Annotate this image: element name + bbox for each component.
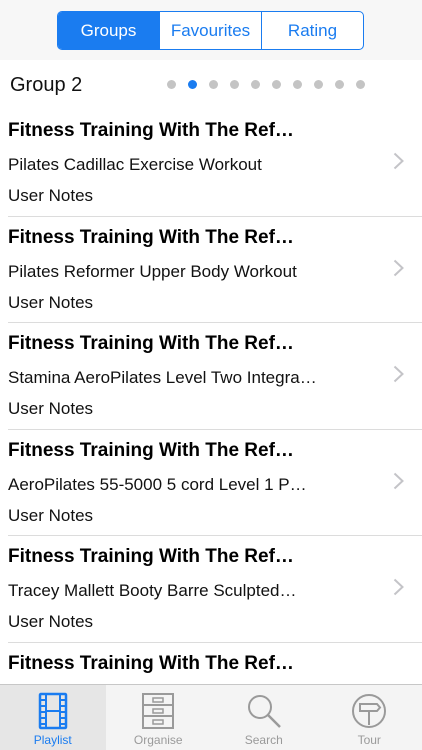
list-item[interactable]: Fitness Training With The Ref… Tracey Ma… [8,536,422,643]
tab-bar: Playlist Organise Search Tour [0,684,422,750]
tab-label: Tour [357,733,381,747]
tab-search[interactable]: Search [211,685,317,750]
page-dot[interactable] [188,80,197,89]
page-dot[interactable] [293,80,302,89]
group-title: Group 2 [10,74,83,96]
chevron-right-icon [393,365,404,383]
segmented-control: Groups Favourites Rating [57,11,364,50]
page-dot[interactable] [356,80,365,89]
list-item[interactable]: Fitness Training With The Ref… Stamina A… [8,323,422,430]
tab-playlist[interactable]: Playlist [0,685,106,750]
item-subtitle: Tracey Mallett Booty Barre Sculpted… [8,581,297,600]
item-title: Fitness Training With The Ref… [8,333,294,354]
signpost-icon [352,694,387,728]
tab-label: Playlist [33,733,72,747]
page-dot[interactable] [335,80,344,89]
film-icon [38,692,67,730]
page-dot[interactable] [314,80,323,89]
page-indicator[interactable] [167,80,365,89]
page-dot[interactable] [230,80,239,89]
tab-organise[interactable]: Organise [106,685,212,750]
tab-label: Search [244,733,283,747]
chevron-right-icon [393,578,404,596]
page-dot[interactable] [272,80,281,89]
page-dot[interactable] [251,80,260,89]
chevron-right-icon [393,152,404,170]
list-item[interactable]: Fitness Training With The Ref… Pilates C… [8,110,422,217]
playlist-list: Fitness Training With The Ref… Pilates C… [0,110,422,749]
segment-rating[interactable]: Rating [262,12,363,49]
page-dot[interactable] [209,80,218,89]
chevron-right-icon [393,259,404,276]
top-bar: Groups Favourites Rating [0,0,422,60]
item-title: Fitness Training With The Ref… [8,546,294,567]
item-subtitle: Pilates Cadillac Exercise Workout [8,155,262,174]
tab-label: Organise [133,733,183,747]
item-notes: User Notes [8,612,94,631]
cabinet-icon [142,693,175,729]
item-notes: User Notes [8,399,94,418]
item-notes: User Notes [8,505,94,525]
item-notes: User Notes [8,292,94,312]
item-notes: User Notes [8,186,94,205]
segment-groups[interactable]: Groups [58,12,160,49]
list-item[interactable]: Fitness Training With The Ref… Pilates R… [8,217,422,323]
item-title: Fitness Training With The Ref… [8,439,294,461]
item-title: Fitness Training With The Ref… [8,120,294,141]
search-icon [247,695,281,728]
chevron-right-icon [393,472,404,489]
item-title: Fitness Training With The Ref… [8,652,294,674]
page-dot[interactable] [167,80,176,89]
item-subtitle: Stamina AeroPilates Level Two Integra… [8,368,317,387]
list-item[interactable]: Fitness Training With The Ref… AeroPilat… [8,430,422,536]
item-subtitle: AeroPilates 55-5000 5 cord Level 1 P… [8,474,307,494]
item-subtitle: Pilates Reformer Upper Body Workout [8,261,297,281]
tab-tour[interactable]: Tour [317,685,422,750]
item-title: Fitness Training With The Ref… [8,226,294,248]
segment-favourites[interactable]: Favourites [160,12,262,49]
